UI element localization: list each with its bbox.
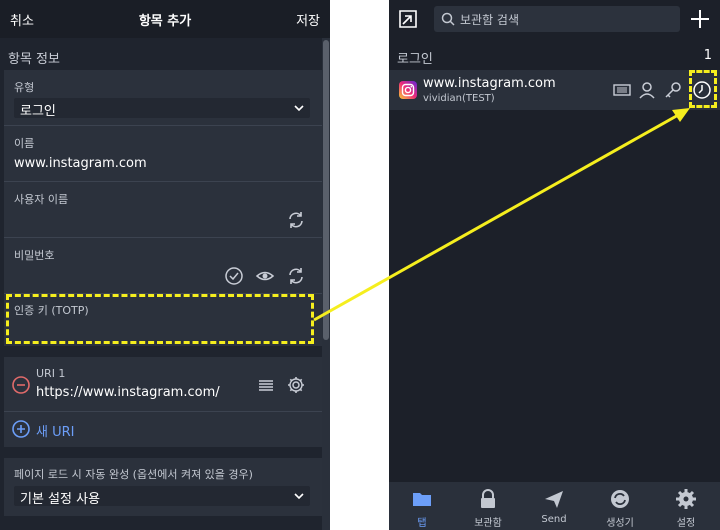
remove-uri-icon[interactable] <box>11 375 31 395</box>
tab-settings[interactable]: 설정 <box>653 482 719 530</box>
tab-generator[interactable]: 생성기 <box>587 482 653 530</box>
tab-label: Send <box>541 514 567 525</box>
name-input[interactable]: www.instagram.com <box>14 156 147 171</box>
gear-icon[interactable] <box>286 375 306 395</box>
generator-icon <box>611 490 629 508</box>
category-count: 1 <box>703 48 712 63</box>
tab-vault[interactable]: 보관함 <box>455 482 521 530</box>
autofill-card: 페이지 로드 시 자동 완성 (옵션에서 켜져 있을 경우) 기본 설정 사용 <box>4 458 322 516</box>
password-label: 비밀번호 <box>14 249 55 262</box>
send-icon <box>545 491 563 508</box>
chevron-down-icon <box>294 105 304 112</box>
instagram-icon <box>399 81 417 99</box>
folder-icon <box>413 493 431 506</box>
name-field[interactable]: 이름 www.instagram.com <box>4 126 322 182</box>
type-select-value: 로그인 <box>20 104 56 119</box>
name-label: 이름 <box>14 137 35 150</box>
add-item-icon[interactable] <box>689 8 711 30</box>
section-title-item-info: 항목 정보 <box>8 52 60 67</box>
new-uri-button[interactable]: 새 URI <box>36 421 74 440</box>
view-details-icon[interactable] <box>612 80 632 100</box>
check-password-icon[interactable] <box>224 266 244 286</box>
password-field[interactable]: 비밀번호 <box>4 238 322 294</box>
save-button[interactable]: 저장 <box>296 10 320 29</box>
tab-label: 탭 <box>417 518 427 529</box>
totp-highlight-box <box>6 294 314 344</box>
search-placeholder: 보관함 검색 <box>460 13 520 27</box>
tab-label: 설정 <box>676 518 696 529</box>
add-item-header: 취소 항목 추가 저장 <box>0 0 330 38</box>
generate-password-icon[interactable] <box>286 266 306 286</box>
popout-icon[interactable] <box>397 8 419 30</box>
divider <box>4 411 322 412</box>
totp-highlight-box <box>689 70 717 108</box>
gear-icon <box>676 489 696 509</box>
screenshot-stage: 취소 항목 추가 저장 항목 정보 유형 로그인 이름 www.instagra… <box>0 0 720 530</box>
uri-input[interactable]: https://www.instagram.com/ <box>36 385 220 400</box>
type-label: 유형 <box>14 81 35 94</box>
search-input[interactable]: 보관함 검색 <box>434 6 680 32</box>
tab-send[interactable]: Send <box>521 482 587 530</box>
chevron-down-icon <box>294 493 304 500</box>
type-select[interactable]: 로그인 <box>14 98 310 119</box>
vault-toolbar: 보관함 검색 <box>389 0 720 40</box>
tab-label: 보관함 <box>474 518 502 529</box>
type-field: 유형 로그인 <box>4 70 322 126</box>
add-item-panel: 취소 항목 추가 저장 항목 정보 유형 로그인 이름 www.instagra… <box>0 0 330 530</box>
scrollbar[interactable] <box>322 38 330 530</box>
page-title: 항목 추가 <box>138 14 192 29</box>
item-name: www.instagram.com <box>423 76 556 91</box>
autofill-select[interactable]: 기본 설정 사용 <box>14 486 310 507</box>
category-heading: 로그인 <box>397 52 433 67</box>
tab-tab[interactable]: 탭 <box>389 482 455 530</box>
bottom-navigation: 탭 보관함 Send 생성기 설정 <box>389 482 720 530</box>
eye-icon[interactable] <box>255 266 275 286</box>
username-field[interactable]: 사용자 이름 <box>4 182 322 238</box>
vault-list-item[interactable]: www.instagram.com vividian(TEST) <box>389 70 720 110</box>
add-uri-icon[interactable] <box>11 419 31 439</box>
tab-label: 생성기 <box>606 518 634 529</box>
uri-card: URI 1 https://www.instagram.com/ 새 URI <box>4 357 322 447</box>
uri-match-options-icon[interactable] <box>256 375 276 395</box>
generate-username-icon[interactable] <box>286 210 306 230</box>
scrollbar-thumb[interactable] <box>323 40 329 340</box>
autofill-label: 페이지 로드 시 자동 완성 (옵션에서 켜져 있을 경우) <box>14 468 253 481</box>
item-username: vividian(TEST) <box>423 93 495 104</box>
username-label: 사용자 이름 <box>14 193 69 206</box>
uri-label: URI 1 <box>36 367 66 380</box>
copy-username-icon[interactable] <box>637 80 657 100</box>
autofill-select-value: 기본 설정 사용 <box>20 492 101 507</box>
search-icon <box>441 12 455 26</box>
copy-password-icon[interactable] <box>663 80 683 100</box>
lock-icon <box>481 489 495 508</box>
vault-panel: 보관함 검색 로그인 1 www.instagram.com vividian(… <box>389 0 720 530</box>
